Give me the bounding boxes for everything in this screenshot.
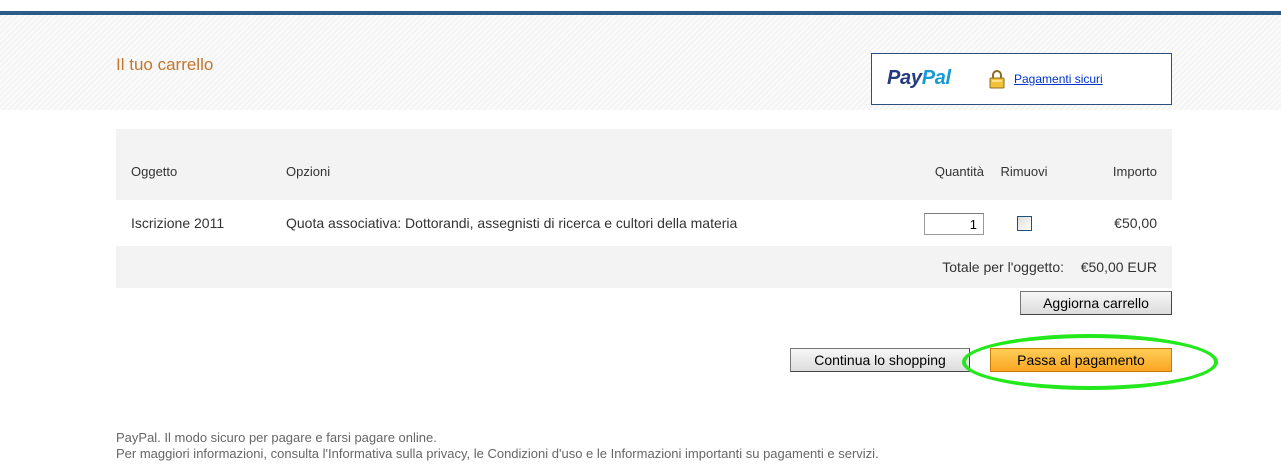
secure-payment-box: PayPal Pagamenti sicuri	[871, 53, 1172, 105]
header-amount: Importo	[1064, 129, 1172, 200]
row-amount: €50,00	[1114, 215, 1157, 231]
footer: PayPal. Il modo sicuro per pagare e fars…	[116, 430, 879, 462]
total-spacer	[286, 246, 896, 288]
total-value: €50,00 EUR	[1064, 246, 1172, 288]
row-quantity-cell	[896, 200, 984, 246]
table-row: Iscrizione 2011 Quota associativa: Dotto…	[116, 200, 1172, 246]
header-quantity: Quantità	[896, 129, 984, 200]
continue-shopping-button[interactable]: Continua lo shopping	[790, 348, 970, 372]
remove-checkbox[interactable]	[1016, 216, 1032, 231]
row-options: Quota associativa: Dottorandi, assegnist…	[286, 215, 738, 231]
checkout-button[interactable]: Passa al pagamento	[990, 348, 1172, 372]
paypal-logo-pay: Pay	[887, 67, 922, 89]
header-item: Oggetto	[116, 129, 286, 200]
row-remove-cell	[984, 200, 1064, 246]
paypal-logo: PayPal	[887, 67, 951, 90]
total-spacer	[116, 246, 286, 288]
lock-icon	[988, 69, 1006, 89]
paypal-logo-pal: Pal	[921, 67, 951, 89]
update-cart-button[interactable]: Aggiorna carrello	[1020, 291, 1172, 315]
row-item: Iscrizione 2011	[131, 215, 225, 231]
total-row: Totale per l'oggetto: €50,00 EUR	[116, 246, 1172, 288]
header-remove: Rimuovi	[984, 129, 1064, 200]
quantity-input[interactable]	[924, 213, 984, 235]
secure-payments-link[interactable]: Pagamenti sicuri	[1014, 72, 1103, 86]
footer-line-2: Per maggiori informazioni, consulta l'In…	[116, 446, 879, 461]
total-label: Totale per l'oggetto:	[896, 246, 1064, 288]
header-options: Opzioni	[286, 129, 896, 200]
cart-table: Oggetto Opzioni Quantità Rimuovi Importo…	[116, 129, 1172, 288]
table-header-row: Oggetto Opzioni Quantità Rimuovi Importo	[116, 129, 1172, 200]
footer-line-1: PayPal. Il modo sicuro per pagare e fars…	[116, 430, 437, 445]
page-title: Il tuo carrello	[116, 55, 214, 74]
